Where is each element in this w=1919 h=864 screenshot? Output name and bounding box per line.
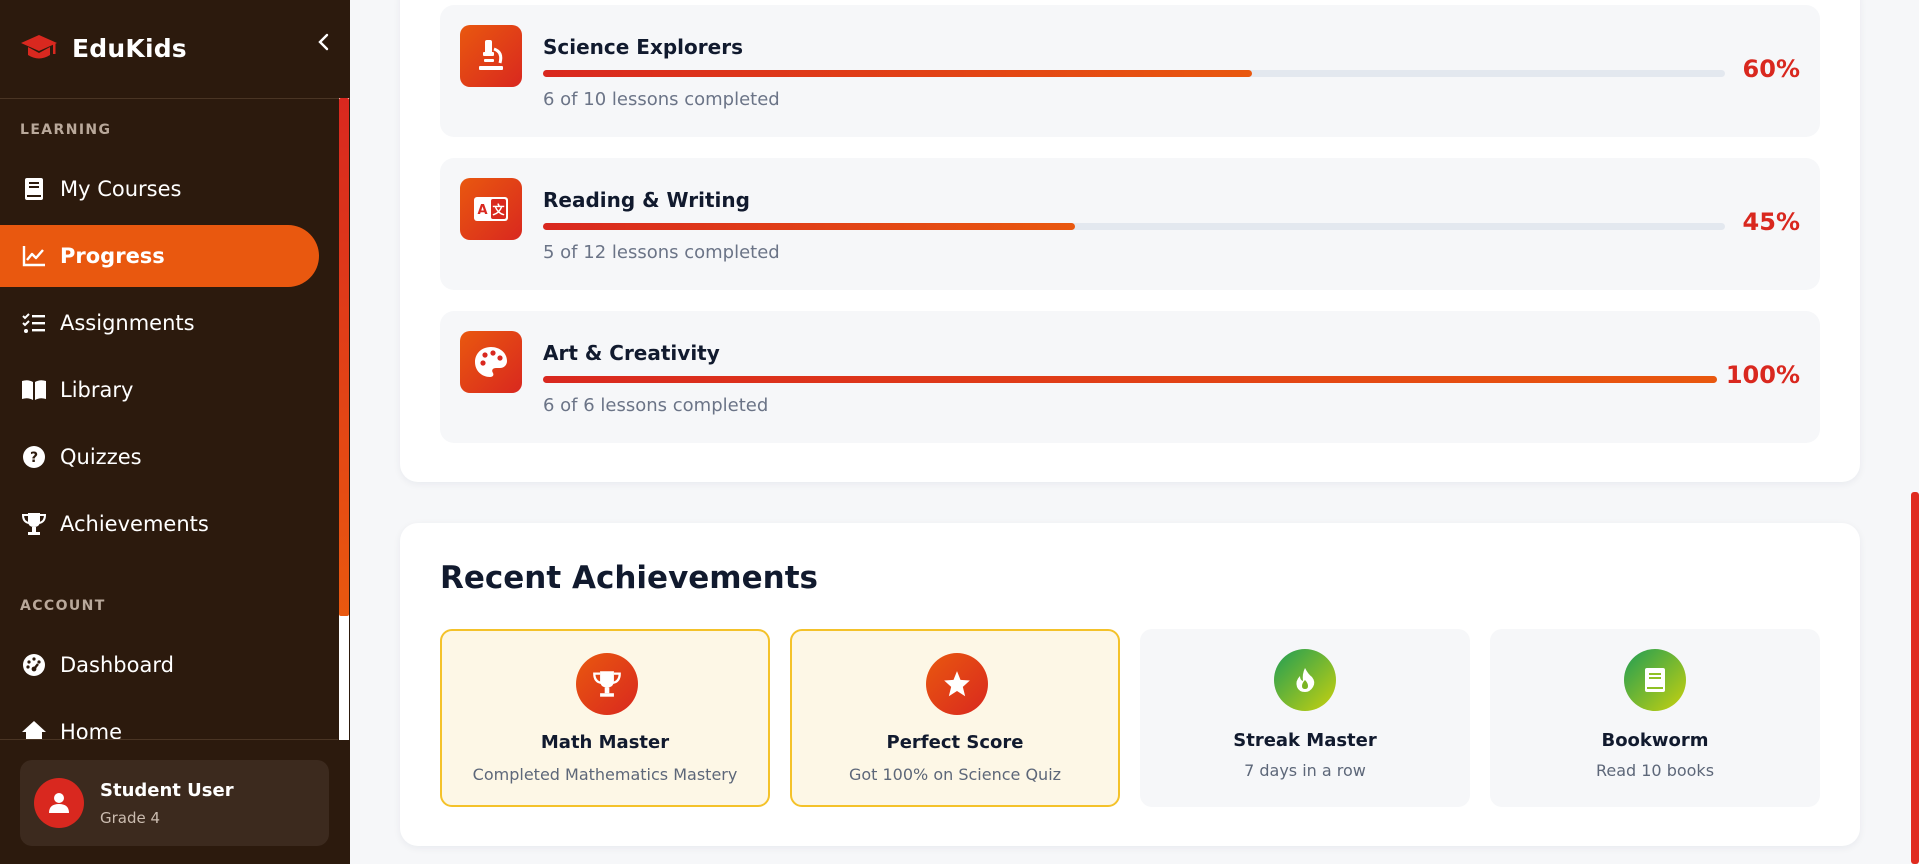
microscope-icon (460, 25, 522, 87)
trophy-icon (20, 510, 48, 538)
achievement-card[interactable]: Perfect Score Got 100% on Science Quiz (790, 629, 1120, 807)
course-title: Science Explorers (543, 35, 743, 59)
achievement-description: Read 10 books (1595, 761, 1715, 780)
sidebar-item-library[interactable]: Library (0, 359, 319, 421)
user-icon (49, 793, 69, 813)
achievement-name: Streak Master (1233, 730, 1377, 751)
sidebar-item-achievements[interactable]: Achievements (0, 493, 319, 555)
flame-icon (1274, 649, 1336, 711)
course-percent: 60% (1742, 55, 1800, 83)
course-percent: 100% (1725, 361, 1800, 389)
section-label-account: ACCOUNT (20, 598, 106, 614)
sidebar-item-label: Quizzes (60, 445, 142, 469)
course-card[interactable]: Science Explorers 6 of 10 lessons comple… (440, 5, 1820, 137)
brand-name: EduKids (72, 33, 187, 63)
achievement-description: 7 days in a row (1244, 761, 1366, 780)
sidebar: EduKids LEARNING My Courses Progress Ass… (0, 0, 350, 864)
sidebar-item-progress[interactable]: Progress (0, 225, 319, 287)
sidebar-scrollbar-thumb[interactable] (339, 98, 349, 616)
achievement-card[interactable]: Streak Master 7 days in a row (1140, 629, 1470, 807)
sidebar-item-label: Home (60, 720, 123, 739)
svg-text:文: 文 (492, 202, 505, 217)
course-title: Reading & Writing (543, 188, 750, 212)
progress-bar (543, 223, 1725, 230)
graduation-cap-icon (21, 35, 57, 59)
sidebar-item-label: My Courses (60, 177, 182, 201)
checklist-icon (20, 309, 48, 337)
user-card[interactable]: Student User Grade 4 (20, 760, 329, 846)
achievement-name: Perfect Score (886, 732, 1024, 753)
sidebar-item-label: Achievements (60, 512, 209, 536)
avatar (34, 778, 84, 828)
book-icon (20, 175, 48, 203)
main-scrollbar-thumb[interactable] (1911, 492, 1919, 864)
course-card[interactable]: A文 Reading & Writing 5 of 12 lessons com… (440, 158, 1820, 290)
divider (0, 98, 350, 99)
course-percent: 45% (1742, 208, 1800, 236)
sidebar-item-label: Dashboard (60, 653, 174, 677)
achievement-card[interactable]: Bookworm Read 10 books (1490, 629, 1820, 807)
achievement-description: Got 100% on Science Quiz (848, 765, 1062, 784)
achievement-description: Completed Mathematics Mastery (472, 765, 738, 784)
brand[interactable]: EduKids (20, 28, 187, 68)
sidebar-item-assignments[interactable]: Assignments (0, 292, 319, 354)
sidebar-item-label: Progress (60, 244, 165, 268)
svg-text:A: A (477, 203, 487, 218)
svg-text:?: ? (30, 450, 38, 466)
chart-line-icon (20, 242, 48, 270)
trophy-icon (576, 653, 638, 715)
course-card[interactable]: Art & Creativity 6 of 6 lessons complete… (440, 311, 1820, 443)
star-icon (926, 653, 988, 715)
sidebar-item-quizzes[interactable]: ? Quizzes (0, 426, 319, 488)
course-lessons: 6 of 6 lessons completed (543, 395, 769, 416)
course-lessons: 6 of 10 lessons completed (543, 89, 780, 110)
question-circle-icon: ? (20, 443, 48, 471)
course-title: Art & Creativity (543, 341, 720, 365)
sidebar-item-home[interactable]: Home (0, 701, 319, 739)
book-icon (1624, 649, 1686, 711)
progress-bar (543, 376, 1717, 383)
sidebar-item-dashboard[interactable]: Dashboard (0, 634, 319, 696)
section-label-learning: LEARNING (20, 122, 112, 138)
gauge-icon (20, 651, 48, 679)
palette-icon (460, 331, 522, 393)
user-grade: Grade 4 (100, 808, 161, 827)
achievement-name: Bookworm (1601, 730, 1709, 751)
progress-fill (543, 70, 1253, 77)
achievements-title: Recent Achievements (440, 560, 818, 596)
sidebar-item-label: Library (60, 378, 134, 402)
open-book-icon (20, 376, 48, 404)
home-icon (20, 718, 48, 739)
progress-fill (543, 223, 1075, 230)
course-lessons: 5 of 12 lessons completed (543, 242, 780, 263)
user-name: Student User (100, 779, 234, 801)
progress-fill (543, 376, 1717, 383)
sidebar-clip: Home (0, 698, 338, 739)
divider (0, 739, 338, 740)
sidebar-item-my-courses[interactable]: My Courses (0, 158, 319, 220)
progress-bar (543, 70, 1725, 77)
language-icon: A文 (460, 178, 522, 240)
achievement-name: Math Master (540, 732, 670, 753)
achievement-card[interactable]: Math Master Completed Mathematics Master… (440, 629, 770, 807)
sidebar-item-label: Assignments (60, 311, 195, 335)
chevron-left-icon[interactable] (312, 30, 336, 54)
